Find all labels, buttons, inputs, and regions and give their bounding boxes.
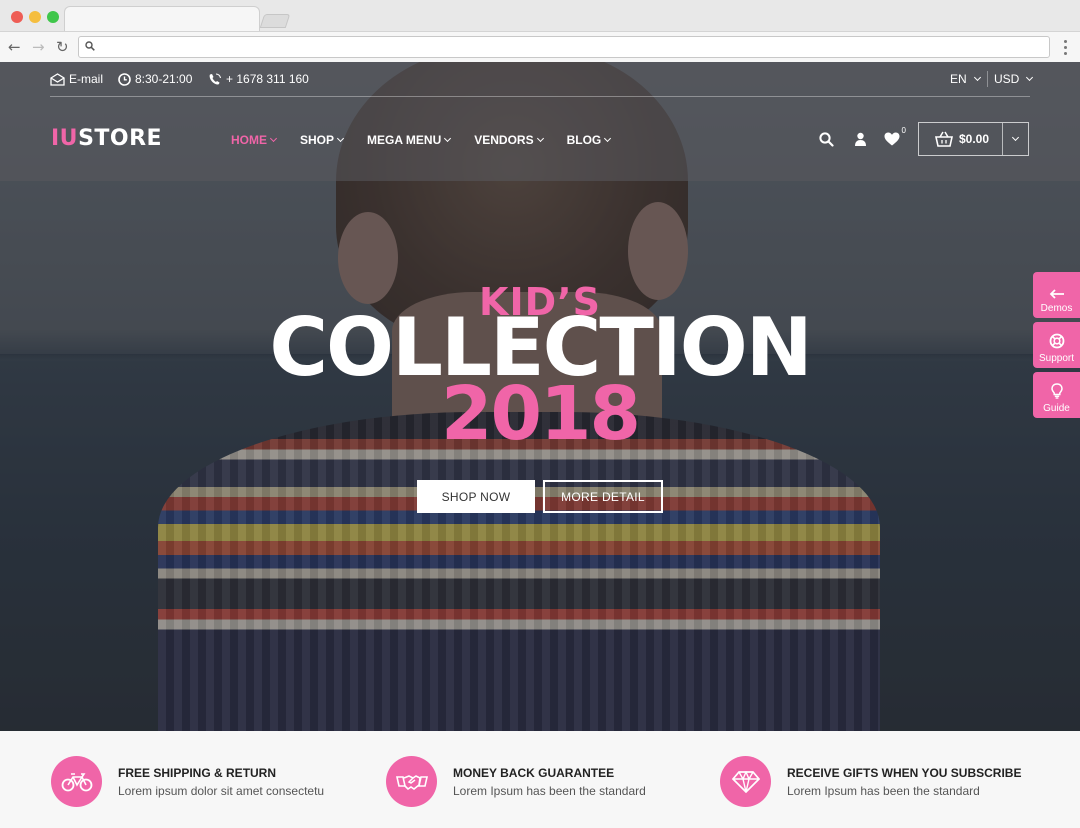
features-bar: FREE SHIPPING & RETURN Lorem ipsum dolor… bbox=[0, 731, 1080, 828]
language-value: EN bbox=[950, 72, 967, 86]
feature-free-shipping: FREE SHIPPING & RETURN Lorem ipsum dolor… bbox=[51, 756, 324, 807]
logo-accent: IU bbox=[51, 126, 79, 151]
hero-section: E-mail 8:30-21:00 + 1678 311 160 EN USD bbox=[0, 62, 1080, 731]
browser-menu-icon[interactable] bbox=[1064, 40, 1068, 55]
bicycle-icon bbox=[61, 772, 92, 791]
chevron-down-icon bbox=[444, 134, 452, 143]
feature-title: MONEY BACK GUARANTEE bbox=[453, 765, 615, 780]
browser-chrome: ← → ↻ bbox=[0, 0, 1080, 62]
opening-hours: 8:30-21:00 bbox=[118, 72, 192, 86]
arrow-left-icon bbox=[1049, 289, 1064, 299]
search-button[interactable] bbox=[818, 130, 834, 148]
address-bar[interactable] bbox=[78, 36, 1050, 58]
handshake-icon bbox=[395, 774, 428, 790]
feature-icon-circle bbox=[51, 756, 102, 807]
nav-label: HOME bbox=[231, 133, 267, 147]
feature-description: Lorem Ipsum has been the standard bbox=[453, 783, 646, 798]
nav-item-blog[interactable]: BLOG bbox=[566, 133, 612, 147]
hero-year: 2018 bbox=[441, 371, 641, 457]
topbar-divider bbox=[987, 71, 988, 87]
feature-title: FREE SHIPPING & RETURN bbox=[118, 765, 277, 780]
feature-icon-circle bbox=[386, 756, 437, 807]
guide-button[interactable]: Guide bbox=[1033, 372, 1080, 418]
feature-description: Lorem Ipsum has been the standard bbox=[787, 783, 980, 798]
demos-label: Demos bbox=[1040, 303, 1073, 314]
chevron-down-icon bbox=[269, 134, 278, 143]
minimize-window-button[interactable] bbox=[29, 11, 41, 23]
support-label: Support bbox=[1038, 353, 1075, 364]
nav-item-home[interactable]: HOME bbox=[231, 133, 278, 147]
feature-description: Lorem ipsum dolor sit amet consectetu bbox=[118, 783, 325, 798]
feature-money-back: MONEY BACK GUARANTEE Lorem Ipsum has bee… bbox=[386, 756, 646, 807]
feature-gifts: RECEIVE GIFTS WHEN YOU SUBSCRIBE Lorem I… bbox=[720, 756, 1021, 807]
chevron-down-icon bbox=[1012, 133, 1020, 142]
language-selector[interactable]: EN bbox=[950, 72, 981, 86]
chevron-down-icon bbox=[536, 134, 544, 143]
forward-arrow-icon[interactable]: → bbox=[32, 38, 45, 56]
wishlist-count: 0 bbox=[901, 126, 906, 135]
clock-icon bbox=[118, 72, 131, 86]
back-arrow-icon[interactable]: ← bbox=[8, 38, 21, 56]
nav-label: VENDORS bbox=[474, 133, 534, 147]
user-icon bbox=[854, 132, 866, 146]
phone-link[interactable]: + 1678 311 160 bbox=[208, 72, 309, 86]
window-controls bbox=[11, 11, 59, 23]
cart-button[interactable]: $0.00 bbox=[919, 123, 1002, 155]
main-nav: HOME SHOP MEGA MENU VENDORS BLOG bbox=[231, 133, 612, 147]
logo-text: STORE bbox=[78, 126, 163, 151]
more-detail-button[interactable]: MORE DETAIL bbox=[543, 480, 663, 513]
email-link[interactable]: E-mail bbox=[50, 72, 103, 86]
lifebuoy-icon bbox=[1049, 333, 1064, 349]
heart-icon bbox=[884, 132, 900, 146]
nav-label: BLOG bbox=[566, 133, 602, 147]
currency-value: USD bbox=[994, 72, 1020, 86]
basket-icon bbox=[935, 131, 953, 147]
chevron-down-icon bbox=[973, 73, 981, 82]
guide-label: Guide bbox=[1043, 403, 1070, 414]
nav-label: MEGA MENU bbox=[367, 133, 442, 147]
cart-total: $0.00 bbox=[959, 132, 990, 146]
top-bar: E-mail 8:30-21:00 + 1678 311 160 EN USD bbox=[50, 62, 1034, 97]
chevron-down-icon bbox=[336, 134, 345, 143]
cart-widget: $0.00 bbox=[918, 122, 1029, 156]
chevron-down-icon bbox=[604, 134, 612, 143]
currency-selector[interactable]: USD bbox=[994, 72, 1034, 86]
nav-item-vendors[interactable]: VENDORS bbox=[474, 133, 544, 147]
maximize-window-button[interactable] bbox=[47, 11, 59, 23]
feature-title: RECEIVE GIFTS WHEN YOU SUBSCRIBE bbox=[787, 765, 1022, 780]
close-window-button[interactable] bbox=[11, 11, 23, 23]
browser-tab-active[interactable] bbox=[64, 6, 260, 32]
shop-now-button[interactable]: SHOP NOW bbox=[417, 480, 535, 513]
browser-toolbar: ← → ↻ bbox=[0, 31, 1080, 62]
support-button[interactable]: Support bbox=[1033, 322, 1080, 368]
nav-item-mega-menu[interactable]: MEGA MENU bbox=[367, 133, 452, 147]
search-icon bbox=[85, 41, 95, 51]
phone-icon bbox=[209, 72, 222, 84]
search-icon bbox=[818, 131, 834, 147]
hours-label: 8:30-21:00 bbox=[135, 72, 193, 86]
phone-label: + 1678 311 160 bbox=[226, 72, 309, 86]
email-label: E-mail bbox=[69, 72, 104, 86]
account-button[interactable] bbox=[852, 130, 868, 148]
chevron-down-icon bbox=[1026, 73, 1034, 82]
diamond-icon bbox=[731, 770, 760, 793]
feature-icon-circle bbox=[720, 756, 771, 807]
new-tab-button[interactable] bbox=[259, 14, 291, 28]
cart-dropdown-toggle[interactable] bbox=[1002, 123, 1028, 155]
envelope-icon bbox=[50, 72, 65, 86]
site-logo[interactable]: IUSTORE bbox=[51, 126, 162, 151]
nav-label: SHOP bbox=[300, 133, 335, 147]
wishlist-button[interactable]: 0 bbox=[884, 126, 906, 148]
header-icons: 0 bbox=[818, 126, 906, 148]
url-input[interactable] bbox=[101, 39, 1041, 55]
demos-button[interactable]: Demos bbox=[1033, 272, 1080, 318]
reload-icon[interactable]: ↻ bbox=[56, 38, 69, 56]
nav-item-shop[interactable]: SHOP bbox=[300, 133, 345, 147]
lightbulb-icon bbox=[1050, 383, 1063, 399]
